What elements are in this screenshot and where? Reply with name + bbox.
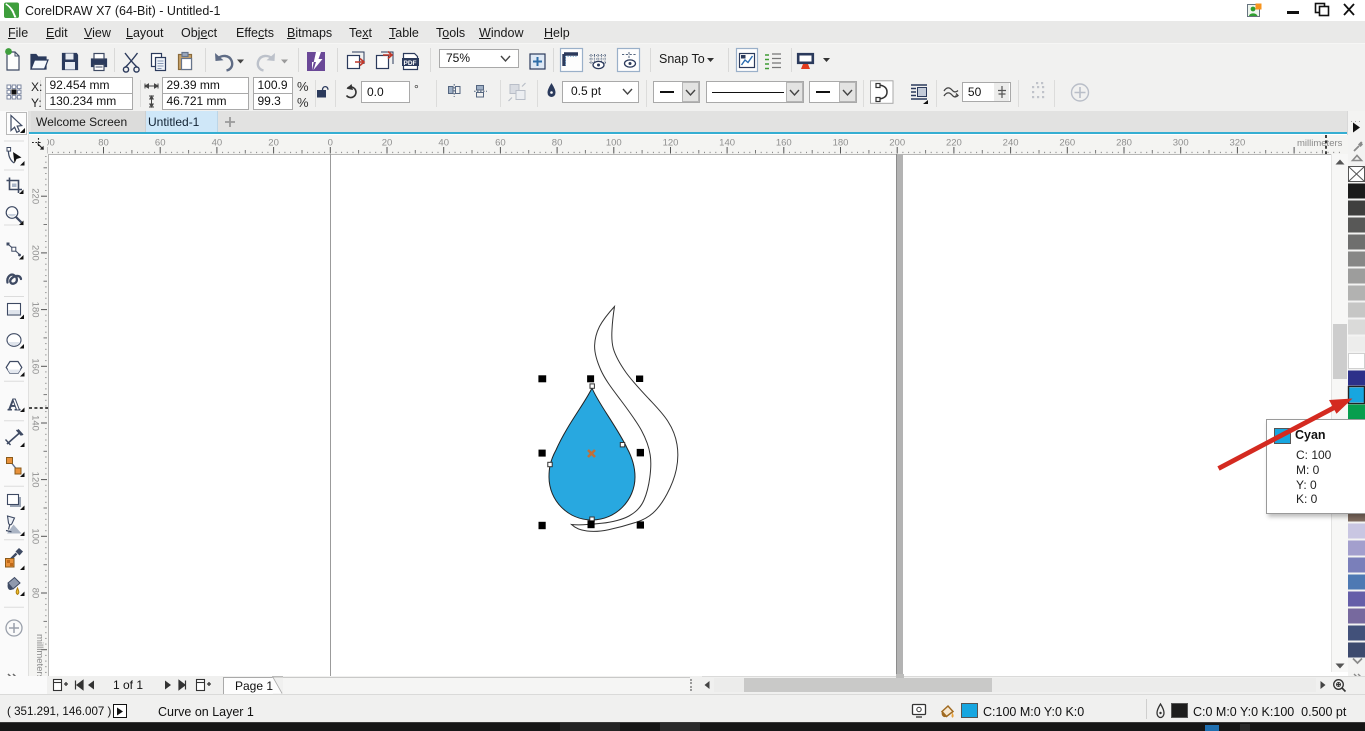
svg-text:80: 80: [98, 137, 109, 148]
svg-text:40: 40: [438, 137, 449, 148]
svg-text:240: 240: [1003, 137, 1019, 148]
svg-text:100: 100: [606, 137, 622, 148]
svg-text:60: 60: [155, 137, 166, 148]
svg-text:220: 220: [30, 188, 41, 204]
svg-text:140: 140: [719, 137, 735, 148]
svg-text:20: 20: [268, 137, 279, 148]
svg-text:160: 160: [776, 137, 792, 148]
svg-text:40: 40: [212, 137, 223, 148]
svg-text:320: 320: [1229, 137, 1245, 148]
svg-text:280: 280: [1116, 137, 1132, 148]
svg-text:260: 260: [1059, 137, 1075, 148]
svg-text:100: 100: [30, 528, 41, 544]
svg-text:180: 180: [30, 301, 41, 317]
svg-text:80: 80: [30, 587, 41, 598]
svg-text:200: 200: [889, 137, 905, 148]
svg-text:120: 120: [30, 471, 41, 487]
svg-text:220: 220: [946, 137, 962, 148]
svg-text:160: 160: [30, 358, 41, 374]
svg-text:180: 180: [833, 137, 849, 148]
svg-text:0: 0: [328, 137, 333, 148]
svg-text:A: A: [8, 395, 21, 414]
svg-text:100: 100: [47, 137, 55, 148]
svg-text:80: 80: [552, 137, 563, 148]
svg-text:120: 120: [663, 137, 679, 148]
svg-text:20: 20: [382, 137, 393, 148]
svg-text:300: 300: [1173, 137, 1189, 148]
svg-text:PDF: PDF: [404, 60, 417, 67]
svg-text:200: 200: [30, 244, 41, 260]
svg-text:60: 60: [495, 137, 506, 148]
svg-text:140: 140: [30, 415, 41, 431]
svg-text:1 of 1: 1 of 1: [113, 678, 143, 692]
